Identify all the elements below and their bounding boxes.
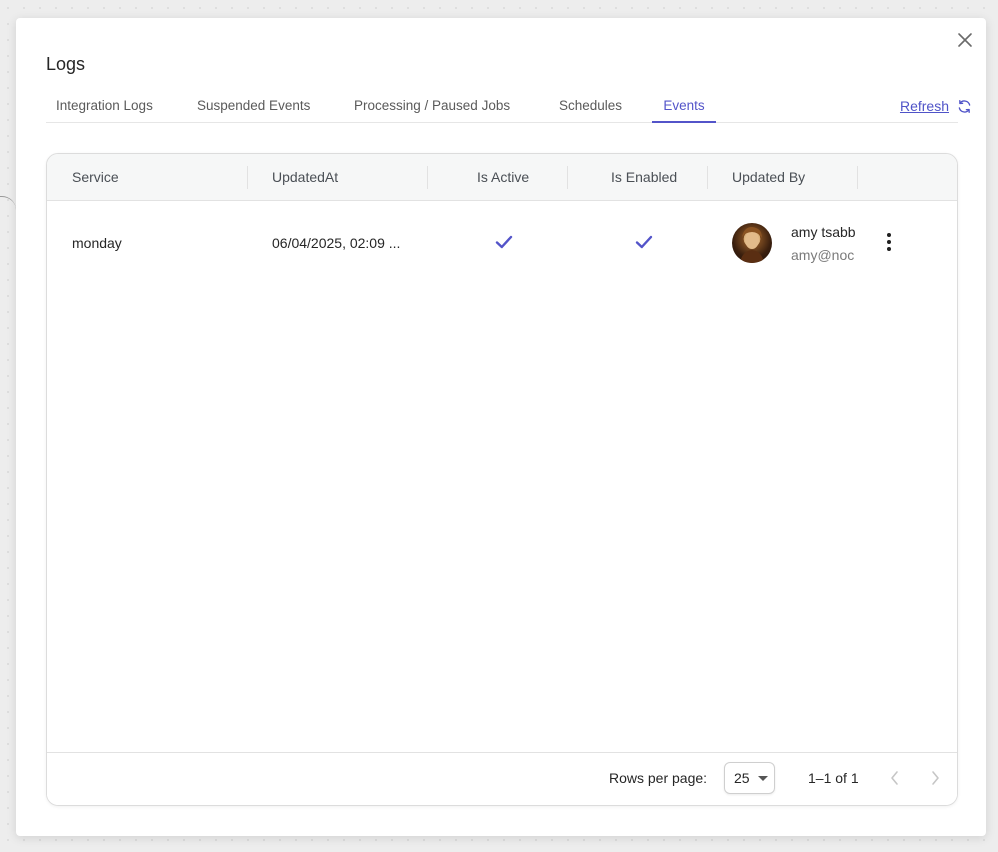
more-vert-icon[interactable]: [881, 229, 897, 255]
is-active-check-icon: [495, 235, 513, 249]
tab-integration-logs[interactable]: Integration Logs: [56, 92, 153, 123]
column-header-updated-by[interactable]: Updated By: [732, 154, 805, 201]
column-separator[interactable]: [567, 166, 568, 189]
close-icon[interactable]: [956, 31, 974, 49]
column-header-updatedat[interactable]: UpdatedAt: [272, 154, 338, 201]
updated-by-name: amy tsabb: [791, 224, 856, 240]
logs-dialog: Logs Integration Logs Suspended Events P…: [16, 18, 986, 836]
avatar-portrait-icon: [740, 227, 764, 263]
dialog-title: Logs: [46, 54, 86, 74]
cell-service: monday: [72, 235, 122, 251]
chevron-right-icon[interactable]: [927, 769, 943, 787]
caret-down-icon[interactable]: [758, 776, 768, 782]
rows-per-page-label: Rows per page:: [609, 770, 708, 786]
column-separator[interactable]: [247, 166, 248, 189]
refresh-button[interactable]: Refresh: [900, 98, 972, 114]
events-table: Service UpdatedAt Is Active Is Enabled U…: [46, 153, 958, 806]
table-pagination: Rows per page: 25 1–1 of 1: [47, 752, 957, 805]
is-enabled-check-icon: [635, 235, 653, 249]
chevron-left-icon[interactable]: [887, 769, 903, 787]
column-header-is-active[interactable]: Is Active: [477, 154, 529, 201]
updated-by-email: amy@noc: [791, 247, 855, 263]
table-header: Service UpdatedAt Is Active Is Enabled U…: [47, 154, 957, 201]
column-header-is-enabled[interactable]: Is Enabled: [611, 154, 677, 201]
cell-updated-at: 06/04/2025, 02:09 ...: [272, 235, 401, 251]
refresh-label[interactable]: Refresh: [900, 98, 949, 114]
avatar: [732, 223, 772, 263]
column-separator[interactable]: [707, 166, 708, 189]
rows-per-page-select[interactable]: 25: [724, 762, 775, 794]
refresh-icon[interactable]: [957, 99, 972, 114]
pagination-range: 1–1 of 1: [808, 770, 859, 786]
rows-per-page-value[interactable]: 25: [734, 770, 750, 786]
column-header-service[interactable]: Service: [72, 154, 119, 201]
table-row[interactable]: monday 06/04/2025, 02:09 ... amy tsabb a…: [47, 201, 957, 285]
column-separator[interactable]: [857, 166, 858, 189]
tab-bar: Integration Logs Suspended Events Proces…: [46, 92, 958, 123]
background-connector-line: [0, 196, 16, 210]
column-separator[interactable]: [427, 166, 428, 189]
tab-events[interactable]: Events: [652, 92, 716, 123]
tab-schedules[interactable]: Schedules: [559, 92, 622, 123]
tab-suspended-events[interactable]: Suspended Events: [197, 92, 310, 123]
tab-processing-paused-jobs[interactable]: Processing / Paused Jobs: [354, 92, 510, 123]
